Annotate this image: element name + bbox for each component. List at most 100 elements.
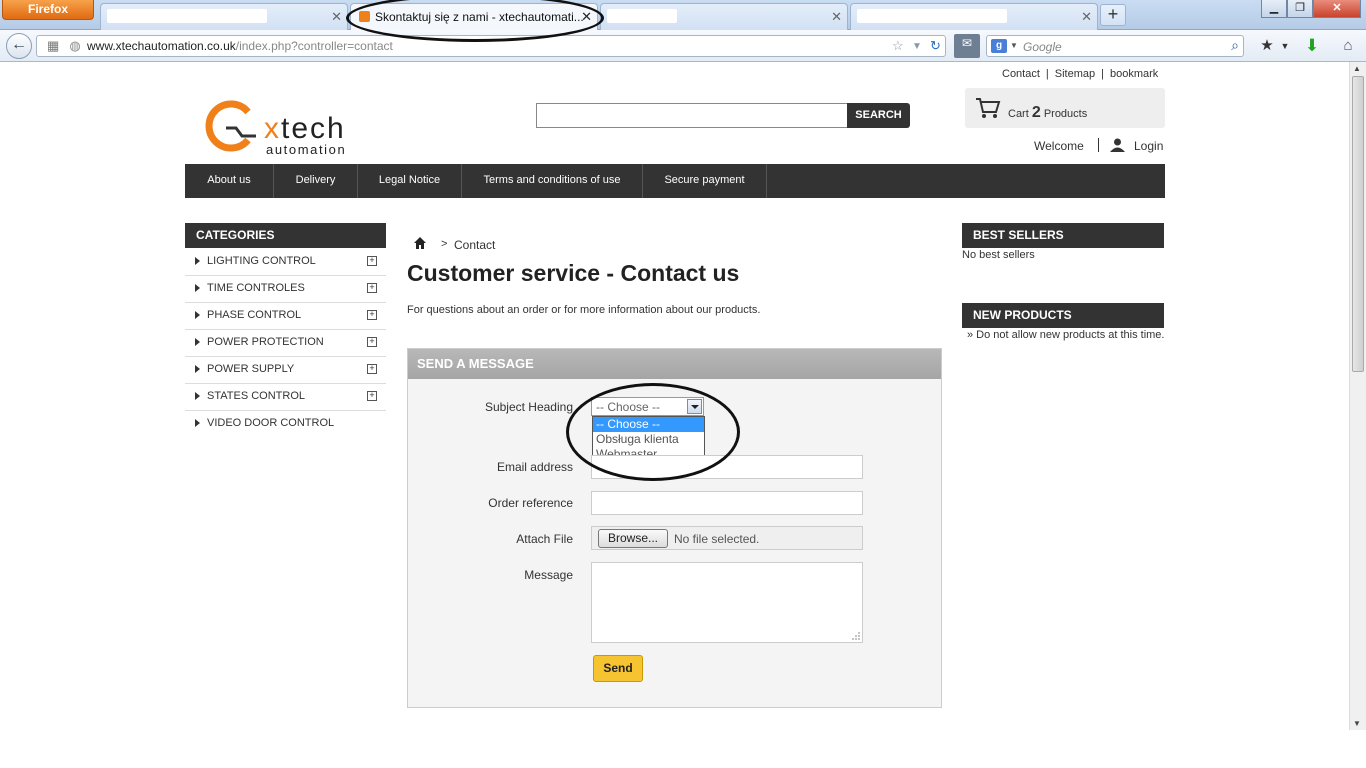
categories-title: CATEGORIES — [185, 223, 386, 248]
firefox-menu-button[interactable]: Firefox — [2, 0, 94, 20]
expand-plus-icon[interactable]: + — [367, 283, 377, 293]
breadcrumb-separator: > — [441, 238, 448, 250]
bookmarks-dropdown-icon[interactable]: ▼ — [1275, 37, 1295, 55]
contact-link[interactable]: Contact — [1002, 68, 1040, 80]
url-text[interactable]: www.xtechautomation.co.uk/index.php?cont… — [87, 39, 393, 53]
breadcrumb-home-icon[interactable] — [414, 237, 426, 249]
email-label: Email address — [496, 460, 573, 474]
back-arrow-icon[interactable]: ← — [6, 33, 32, 59]
cart-box[interactable]: Cart 2 Products — [965, 88, 1165, 128]
message-label: Message — [524, 568, 573, 582]
browser-tab-3[interactable]: ✕ — [600, 3, 848, 30]
new-tab-button[interactable]: + — [1100, 4, 1126, 26]
minimize-button[interactable]: ▁ — [1261, 0, 1287, 18]
browser-nav-bar: ← ▦ ◍ www.xtechautomation.co.uk/index.ph… — [0, 30, 1366, 62]
best-sellers-empty: No best sellers — [962, 249, 1035, 261]
expand-plus-icon[interactable]: + — [367, 256, 377, 266]
logo-word: tech — [281, 112, 346, 145]
caret-right-icon — [195, 257, 200, 265]
bookmark-star-icon[interactable]: ☆ — [892, 38, 904, 54]
no-file-text: No file selected. — [674, 532, 760, 546]
menu-legal-notice[interactable]: Legal Notice — [358, 164, 462, 198]
order-reference-field[interactable] — [591, 491, 863, 515]
category-item[interactable]: LIGHTING CONTROL + — [185, 249, 386, 276]
tab-title-redacted — [857, 9, 1007, 23]
caret-right-icon — [195, 338, 200, 346]
scroll-down-icon[interactable]: ▼ — [1353, 719, 1361, 728]
browser-tab-4[interactable]: ✕ — [850, 3, 1098, 30]
menu-delivery[interactable]: Delivery — [274, 164, 358, 198]
new-products-empty: » Do not allow new products at this time… — [967, 329, 1165, 341]
expand-plus-icon[interactable]: + — [367, 337, 377, 347]
tab-close-icon[interactable]: ✕ — [1081, 9, 1092, 25]
tab-close-icon[interactable]: ✕ — [331, 9, 342, 25]
google-icon[interactable]: g — [991, 39, 1007, 53]
site-logo[interactable]: x tech automation — [204, 98, 366, 157]
scroll-up-icon[interactable]: ▲ — [1353, 64, 1361, 73]
page-scrollbar[interactable]: ▲ ▼ — [1349, 62, 1366, 730]
order-reference-label: Order reference — [488, 496, 573, 510]
message-textarea[interactable] — [591, 562, 863, 643]
bookmarks-menu-icon[interactable]: ★ — [1257, 37, 1277, 55]
tab-title-redacted — [107, 9, 267, 23]
menu-terms[interactable]: Terms and conditions of use — [462, 164, 643, 198]
category-item[interactable]: TIME CONTROLES + — [185, 276, 386, 303]
menu-secure-payment[interactable]: Secure payment — [643, 164, 767, 198]
web-search-box[interactable]: g ▼ Google ⌕ — [986, 35, 1244, 57]
new-products-title: NEW PRODUCTS — [962, 303, 1164, 328]
category-item[interactable]: STATES CONTROL + — [185, 384, 386, 411]
expand-plus-icon[interactable]: + — [367, 364, 377, 374]
resize-grip-icon[interactable] — [851, 631, 861, 641]
history-dropdown-icon[interactable]: ▼ — [912, 41, 922, 52]
expand-plus-icon[interactable]: + — [367, 391, 377, 401]
scroll-thumb[interactable] — [1352, 76, 1364, 372]
browser-tab-1[interactable]: ✕ — [100, 3, 348, 30]
engine-dropdown-icon[interactable]: ▼ — [1010, 41, 1018, 50]
sitemap-link[interactable]: Sitemap — [1055, 68, 1095, 80]
category-item[interactable]: VIDEO DOOR CONTROL — [185, 411, 386, 438]
best-sellers-title: BEST SELLERS — [962, 223, 1164, 248]
main-menu: About us Delivery Legal Notice Terms and… — [185, 164, 1165, 198]
browse-button[interactable]: Browse... — [598, 529, 668, 548]
send-button[interactable]: Send — [593, 655, 643, 682]
downloads-arrow-icon[interactable]: ⬇ — [1302, 37, 1322, 55]
annotation-ellipse — [566, 383, 740, 481]
divider — [1098, 138, 1099, 152]
close-window-button[interactable]: ✕ — [1313, 0, 1361, 18]
browser-tab-bar: Firefox ✕ Skontaktuj się z nami - xtecha… — [0, 0, 1366, 31]
breadcrumb-current: Contact — [454, 238, 496, 252]
caret-right-icon — [195, 284, 200, 292]
globe-icon[interactable]: ◍ — [67, 38, 83, 54]
menu-about-us[interactable]: About us — [185, 164, 274, 198]
cart-summary: Cart 2 Products — [1008, 104, 1088, 121]
logo-x: x — [264, 112, 279, 145]
search-button[interactable]: SEARCH — [847, 103, 910, 128]
category-item[interactable]: POWER PROTECTION + — [185, 330, 386, 357]
welcome-text: Welcome — [1034, 139, 1084, 153]
login-link[interactable]: Login — [1134, 139, 1163, 153]
bookmark-link[interactable]: bookmark — [1110, 68, 1158, 80]
home-icon[interactable]: ⌂ — [1338, 37, 1358, 55]
caret-right-icon — [195, 365, 200, 373]
page-title: Customer service - Contact us — [407, 260, 740, 286]
category-item[interactable]: POWER SUPPLY + — [185, 357, 386, 384]
tab-group-icon[interactable]: ▦ — [47, 38, 59, 54]
maximize-button[interactable]: ❐ — [1287, 0, 1313, 18]
tab-title-redacted — [607, 9, 677, 23]
subject-label: Subject Heading — [484, 400, 573, 414]
tab-close-icon[interactable]: ✕ — [831, 9, 842, 25]
user-icon — [1110, 138, 1125, 152]
caret-right-icon — [195, 392, 200, 400]
form-title: SEND A MESSAGE — [408, 349, 941, 379]
site-search-input[interactable] — [536, 103, 848, 128]
search-placeholder: Google — [1023, 40, 1062, 54]
cart-icon — [976, 98, 1001, 118]
intro-text: For questions about an order or for more… — [407, 304, 761, 316]
file-input[interactable]: Browse... No file selected. — [591, 526, 863, 550]
header-links: Contact | Sitemap | bookmark — [1002, 68, 1159, 80]
expand-plus-icon[interactable]: + — [367, 310, 377, 320]
mail-addon-icon[interactable]: ✉ — [954, 34, 980, 58]
magnifier-icon[interactable]: ⌕ — [1231, 37, 1239, 54]
reload-icon[interactable]: ↻ — [930, 38, 941, 54]
category-item[interactable]: PHASE CONTROL + — [185, 303, 386, 330]
